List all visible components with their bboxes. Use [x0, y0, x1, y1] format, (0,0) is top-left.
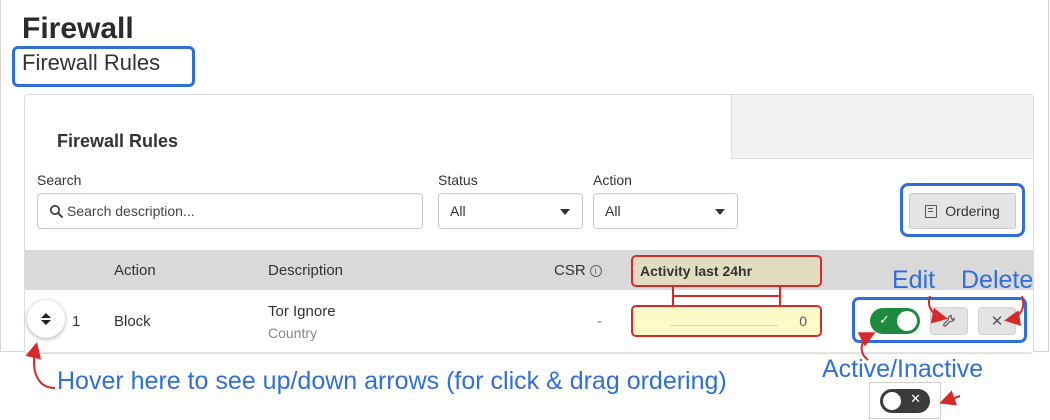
chevron-down-icon — [715, 209, 725, 215]
row-order-number: 1 — [72, 313, 81, 330]
search-input[interactable] — [67, 194, 417, 228]
action-select-value: All — [605, 203, 621, 219]
row-activity-value: 0 — [799, 313, 807, 329]
column-header-csr[interactable]: CSR i — [554, 262, 602, 279]
row-activity: 0 — [631, 305, 822, 337]
search-field[interactable] — [37, 193, 423, 229]
info-icon[interactable]: i — [589, 265, 602, 277]
annotation-delete: Delete — [961, 266, 1034, 294]
arrow-inactive-example — [939, 390, 961, 406]
active-toggle[interactable]: ✓ — [870, 308, 920, 334]
subtitle-highlight — [12, 46, 195, 87]
column-header-activity[interactable]: Activity last 24hr — [631, 255, 822, 287]
status-select-value: All — [450, 203, 466, 219]
row-csr: - — [597, 313, 602, 330]
status-label: Status — [438, 172, 478, 188]
action-label: Action — [593, 172, 632, 188]
close-icon: ✕ — [910, 392, 921, 407]
row-description: Tor Ignore — [268, 303, 336, 320]
annotation-hover-hint: Hover here to see up/down arrows (for cl… — [57, 367, 727, 395]
delete-button[interactable]: ✕ — [978, 307, 1016, 335]
row-action: Block — [114, 313, 151, 330]
ordering-highlight — [900, 183, 1025, 237]
page-title: Firewall — [22, 12, 134, 45]
search-icon — [50, 205, 63, 218]
sort-arrows-icon — [41, 313, 51, 318]
status-select[interactable]: All — [438, 193, 583, 229]
column-header-csr-label: CSR — [554, 262, 586, 279]
edit-button[interactable] — [930, 307, 968, 335]
chevron-down-icon — [560, 209, 570, 215]
card-tab-area — [731, 95, 1033, 159]
toggle-knob — [883, 392, 901, 410]
search-label: Search — [37, 172, 82, 188]
table-header — [25, 250, 1033, 290]
column-header-description[interactable]: Description — [268, 262, 343, 279]
close-icon: ✕ — [990, 312, 1004, 330]
column-header-action[interactable]: Action — [114, 262, 156, 279]
activity-bracket-bar — [672, 295, 781, 297]
card-title: Firewall Rules — [57, 131, 179, 151]
row-description-sub: Country — [268, 325, 318, 341]
annotation-edit: Edit — [892, 266, 936, 294]
wrench-icon — [943, 314, 955, 327]
toggle-knob — [897, 311, 917, 331]
annotation-active-inactive: Active/Inactive — [822, 355, 984, 383]
action-select[interactable]: All — [593, 193, 738, 229]
check-icon: ✓ — [879, 313, 890, 328]
drag-handle[interactable] — [27, 300, 65, 338]
activity-sparkline — [670, 325, 778, 326]
inactive-toggle-example: ✕ — [880, 389, 930, 413]
sort-arrows-icon — [41, 320, 51, 325]
